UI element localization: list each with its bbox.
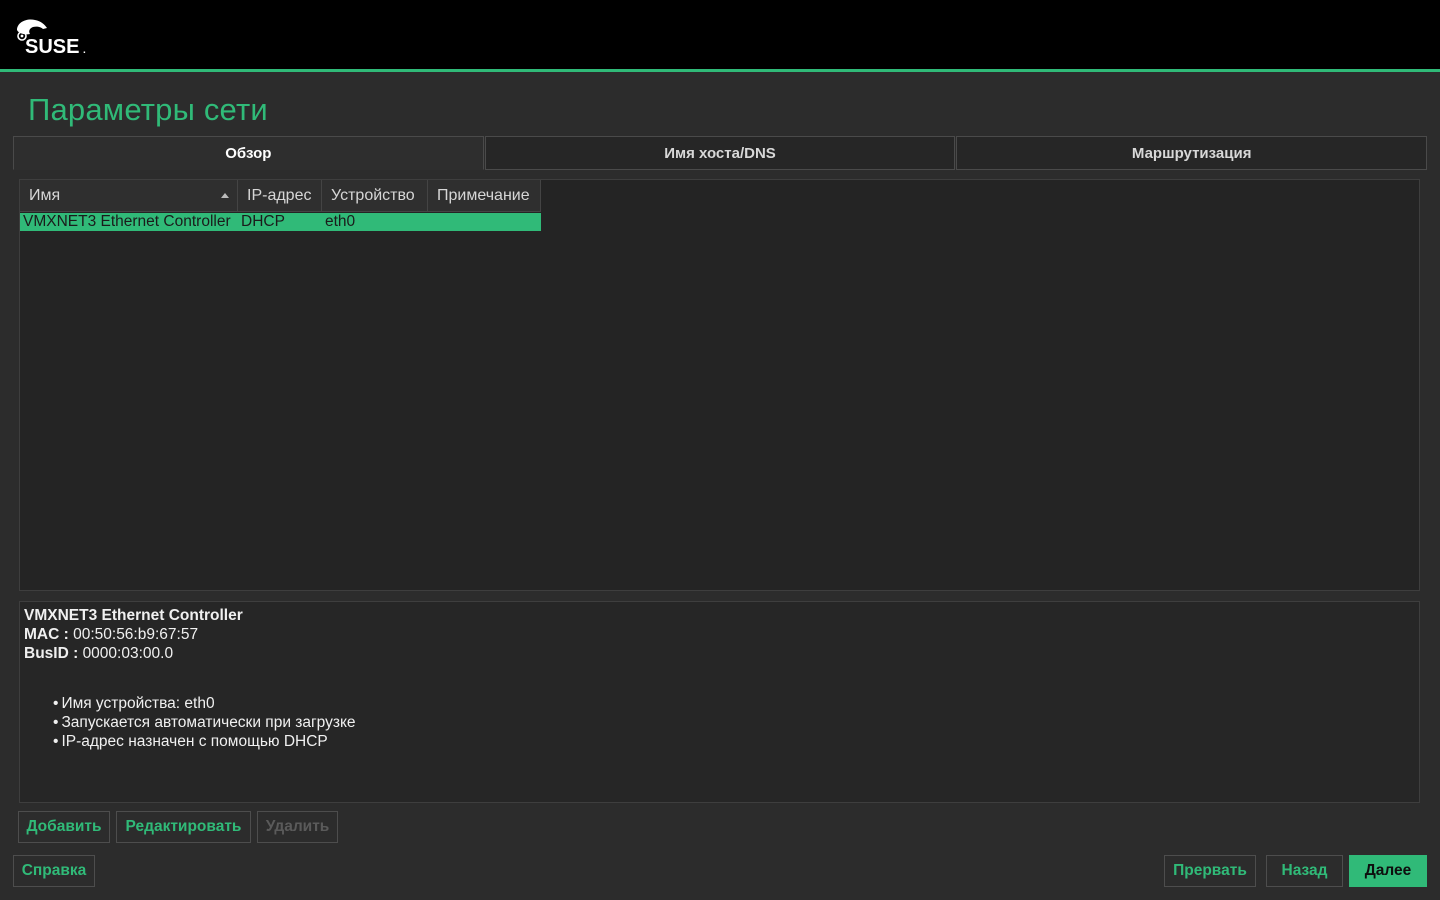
tab-hostname-dns[interactable]: Имя хоста/DNS — [484, 136, 956, 170]
cell-ip: DHCP — [241, 213, 285, 230]
table-header: Имя IP-адрес Устройство Примечание — [20, 180, 541, 212]
busid-value: 0000:03:00.0 — [82, 645, 174, 662]
list-item: Имя устройства: eth0 — [53, 694, 356, 713]
tab-overview[interactable]: Обзор — [13, 136, 484, 170]
mac-label: MAC : — [24, 626, 69, 643]
add-button[interactable]: Добавить — [18, 811, 110, 843]
table-row[interactable]: VMXNET3 Ethernet Controller DHCP eth0 — [20, 213, 541, 231]
mac-value: 00:50:56:b9:67:57 — [73, 626, 199, 643]
svg-text:SUSE: SUSE — [25, 36, 79, 56]
column-header-device[interactable]: Устройство — [322, 180, 428, 212]
column-header-ip[interactable]: IP-адрес — [238, 180, 322, 212]
tab-routing[interactable]: Маршрутизация — [956, 136, 1428, 170]
tab-bar: Обзор Имя хоста/DNS Маршрутизация — [13, 136, 1428, 170]
list-item: Запускается автоматически при загрузке — [53, 713, 355, 732]
details-busid: BusID : 0000:03:00.0 — [24, 645, 173, 663]
column-label-name: Имя — [29, 186, 61, 204]
device-details-panel: VMXNET3 Ethernet Controller MAC : 00:50:… — [19, 601, 1420, 803]
column-header-note[interactable]: Примечание — [428, 180, 541, 212]
network-devices-table: Имя IP-адрес Устройство Примечание VMXNE… — [19, 179, 1420, 591]
edit-button[interactable]: Редактировать — [116, 811, 251, 843]
help-button[interactable]: Справка — [13, 855, 95, 887]
back-button[interactable]: Назад — [1266, 855, 1343, 887]
busid-label: BusID : — [24, 645, 79, 662]
page-title: Параметры сети — [28, 92, 268, 127]
list-item: IP-адрес назначен с помощью DHCP — [53, 732, 356, 751]
details-title: VMXNET3 Ethernet Controller — [24, 607, 243, 624]
delete-button[interactable]: Удалить — [257, 811, 338, 843]
cell-name: VMXNET3 Ethernet Controller — [23, 213, 231, 230]
sort-ascending-icon — [221, 193, 229, 198]
details-mac: MAC : 00:50:56:b9:67:57 — [24, 626, 198, 644]
column-header-name[interactable]: Имя — [20, 180, 238, 212]
suse-logo-icon: SUSE . — [17, 19, 86, 56]
abort-button[interactable]: Прервать — [1164, 855, 1256, 887]
svg-text:.: . — [83, 45, 86, 56]
cell-device: eth0 — [325, 213, 356, 230]
next-button[interactable]: Далее — [1349, 855, 1427, 887]
details-bullet-list: Имя устройства: eth0 Запускается автомат… — [53, 694, 356, 751]
top-bar: SUSE . — [0, 0, 1440, 72]
